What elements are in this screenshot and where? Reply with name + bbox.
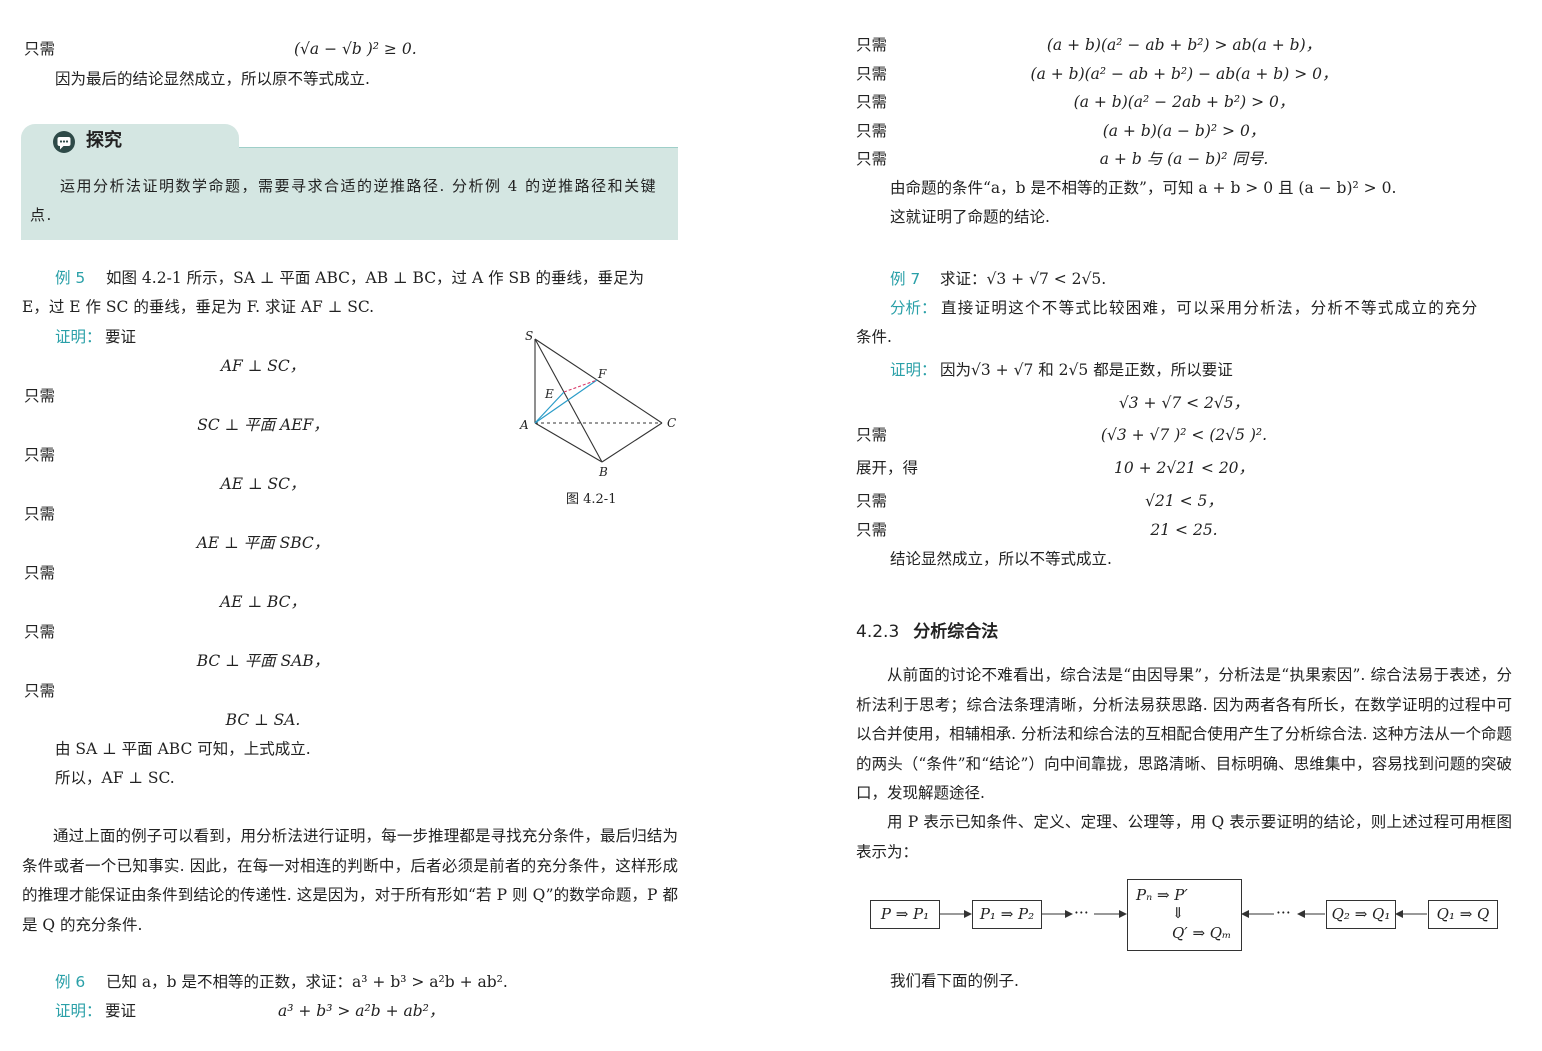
proof-text: 要证 <box>105 328 137 346</box>
example-text: 已知 a，b 是不相等的正数，求证：a³ + b³ > a²b + ab². <box>106 973 508 991</box>
step-label: 只需 <box>24 387 56 405</box>
proof-label: 证明： <box>55 1002 102 1020</box>
proof-text: 要证 <box>105 1002 137 1020</box>
flow-arrows <box>939 910 1427 918</box>
point-S: S <box>525 329 533 343</box>
step-label: 只需 <box>24 446 56 464</box>
conclusion: 所以，AF ⊥ SC. <box>55 769 175 787</box>
example-text: E，过 E 作 SC 的垂线，垂足为 F. 求证 AF ⊥ SC. <box>22 298 375 316</box>
left-page: 只需 (√a − √b )² ≥ 0. 因为最后的结论显然成立，所以原不等式成立… <box>0 0 700 1051</box>
right-page: 只需 (a + b)(a² − ab + b²) > ab(a + b)， 只需… <box>840 0 1542 1051</box>
step-formula: AE ⊥ 平面 SBC， <box>196 534 330 552</box>
segment-EF <box>563 379 598 393</box>
step-formula: AF ⊥ SC， <box>220 357 306 375</box>
conclusion: 由 SA ⊥ 平面 ABC 可知，上式成立. <box>55 740 311 758</box>
step-formula: AE ⊥ BC， <box>220 593 306 611</box>
closing-text: 我们看下面的例子. <box>890 972 1019 990</box>
step-label: 只需 <box>24 505 56 523</box>
point-F: F <box>597 367 607 381</box>
step-formula: a³ + b³ > a²b + ab²， <box>278 1002 445 1020</box>
point-A: A <box>519 418 529 432</box>
step-formula: AE ⊥ SC， <box>220 475 306 493</box>
step-label: 只需 <box>24 623 56 641</box>
step-label: 只需 <box>24 564 56 582</box>
statement: 因为最后的结论显然成立，所以原不等式成立. <box>55 70 370 88</box>
step-formula: BC ⊥ SA. <box>225 711 301 729</box>
example-label: 例 6 <box>55 973 86 991</box>
example-label: 例 5 <box>55 269 86 287</box>
figure-caption: 图 4.2-1 <box>566 492 617 507</box>
step-label: 只需 <box>24 682 56 700</box>
step-label: 只需 <box>24 40 56 58</box>
edge-BC <box>601 422 663 463</box>
pyramid-figure: S A B C E F <box>519 329 676 479</box>
summary-paragraph: 通过上面的例子可以看到，用分析法进行证明，每一步推理都是寻找充分条件，最后归结为… <box>22 827 678 934</box>
proof-label: 证明： <box>55 328 102 346</box>
explore-text: 运用分析法证明数学命题，需要寻求合适的逆推路径. 分析例 4 的逆推路径和关键点… <box>30 177 658 224</box>
step-formula: SC ⊥ 平面 AEF， <box>197 416 329 434</box>
example-text: 如图 4.2-1 所示，SA ⊥ 平面 ABC，AB ⊥ BC，过 A 作 SB… <box>106 269 644 287</box>
point-B: B <box>598 465 608 479</box>
point-C: C <box>667 416 676 430</box>
step-formula: (√a − √b )² ≥ 0. <box>294 40 417 58</box>
chat-bubble-icon <box>53 131 75 153</box>
explore-title: 探究 <box>86 130 122 151</box>
point-E: E <box>544 387 554 401</box>
step-formula: BC ⊥ 平面 SAB， <box>196 652 330 670</box>
